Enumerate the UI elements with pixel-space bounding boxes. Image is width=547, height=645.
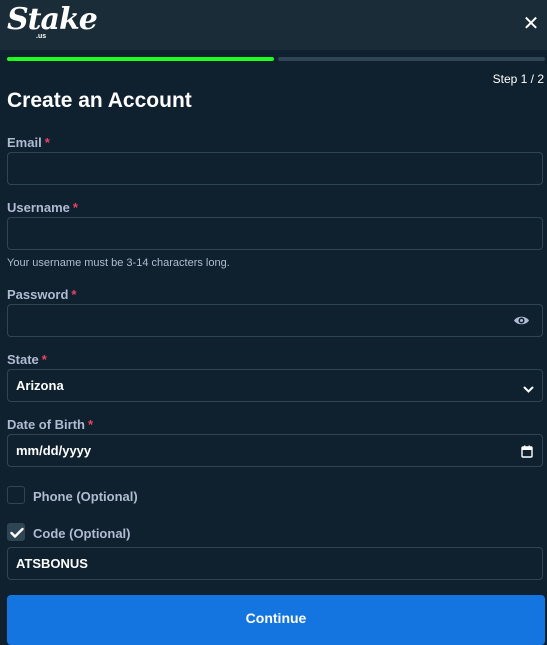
phone-checkbox-label[interactable]: Phone (Optional) <box>33 489 138 504</box>
code-checkbox[interactable] <box>7 523 25 541</box>
email-field[interactable] <box>7 152 543 185</box>
dob-field[interactable]: mm/dd/yyyy <box>7 434 543 467</box>
email-label-text: Email <box>7 135 42 150</box>
state-value: Arizona <box>16 378 64 393</box>
required-marker: * <box>41 352 47 367</box>
phone-checkbox[interactable] <box>7 486 25 504</box>
username-field[interactable] <box>7 217 543 250</box>
page-title: Create an Account <box>7 89 192 112</box>
dob-label-text: Date of Birth <box>7 417 85 432</box>
step-indicator: Step 1 / 2 <box>492 72 544 86</box>
state-select[interactable]: Arizona <box>7 369 543 402</box>
required-marker: * <box>88 417 94 432</box>
stake-logo[interactable]: Stake <box>7 2 98 37</box>
password-field[interactable] <box>7 304 543 337</box>
checkmark-icon <box>10 527 24 538</box>
code-field[interactable]: ATSBONUS <box>7 547 543 580</box>
dob-label: Date of Birth * <box>7 417 93 432</box>
username-label-text: Username <box>7 200 70 215</box>
password-label: Password * <box>7 287 76 302</box>
password-label-text: Password <box>7 287 69 302</box>
username-label: Username * <box>7 200 78 215</box>
required-marker: * <box>44 135 50 150</box>
required-marker: * <box>72 200 78 215</box>
code-value: ATSBONUS <box>16 556 88 571</box>
chevron-down-icon <box>523 381 534 399</box>
step-progress-bar <box>7 57 545 61</box>
logo-subtext: .us <box>36 33 47 40</box>
required-marker: * <box>71 287 77 302</box>
eye-icon[interactable] <box>513 314 530 332</box>
progress-remaining <box>278 57 545 61</box>
code-checkbox-label[interactable]: Code (Optional) <box>33 526 131 541</box>
header: Stake .us ✕ <box>0 0 547 50</box>
username-hint: Your username must be 3-14 characters lo… <box>7 257 230 269</box>
progress-fill <box>7 57 274 61</box>
email-label: Email * <box>7 135 50 150</box>
dob-value: mm/dd/yyyy <box>16 443 92 458</box>
close-icon[interactable]: ✕ <box>521 14 541 34</box>
state-label: State * <box>7 352 47 367</box>
calendar-icon[interactable] <box>521 445 533 463</box>
state-label-text: State <box>7 352 39 367</box>
